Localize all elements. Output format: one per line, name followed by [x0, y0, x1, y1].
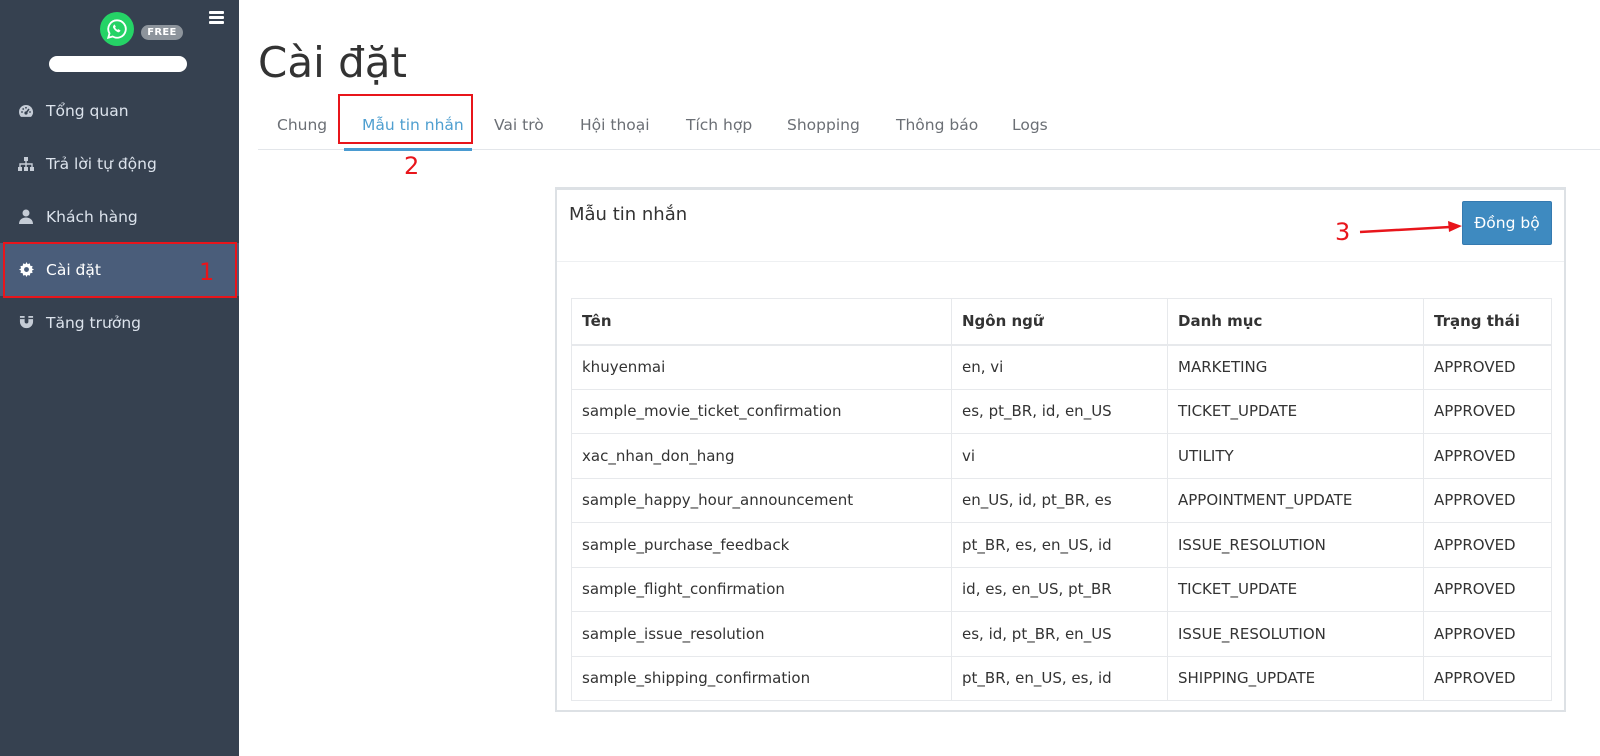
column-header-name[interactable]: Tên — [571, 298, 952, 346]
template-languages: pt_BR, en_US, es, id — [951, 655, 1168, 701]
magnet-icon — [18, 315, 34, 331]
template-status: APPROVED — [1423, 566, 1552, 612]
annotation-number-1: 1 — [199, 258, 215, 286]
table-row[interactable]: sample_movie_ticket_confirmation es, pt_… — [571, 388, 1552, 434]
tab-mau-tin-nhan[interactable]: Mẫu tin nhắn — [362, 116, 464, 134]
template-name: sample_flight_confirmation — [571, 566, 952, 612]
template-category: TICKET_UPDATE — [1167, 566, 1424, 612]
sidebar-item-label: Trả lời tự động — [46, 154, 157, 173]
template-languages: vi — [951, 433, 1168, 479]
template-languages: id, es, en_US, pt_BR — [951, 566, 1168, 612]
user-name-redacted — [49, 56, 187, 72]
sidebar-nav: Tổng quan Trả lời tự động Khách hàng Cài… — [0, 84, 239, 349]
annotation-number-3: 3 — [1335, 218, 1351, 246]
tab-shopping[interactable]: Shopping — [787, 116, 860, 134]
tab-tich-hop[interactable]: Tích hợp — [686, 116, 752, 134]
template-languages: es, pt_BR, id, en_US — [951, 388, 1168, 434]
template-name: sample_issue_resolution — [571, 611, 952, 657]
table-row[interactable]: sample_issue_resolution es, id, pt_BR, e… — [571, 611, 1552, 657]
dashboard-icon — [18, 103, 34, 119]
template-languages: en, vi — [951, 344, 1168, 390]
template-name: sample_shipping_confirmation — [571, 655, 952, 701]
column-header-language[interactable]: Ngôn ngữ — [951, 298, 1168, 346]
gear-icon — [18, 262, 34, 278]
template-status: APPROVED — [1423, 388, 1552, 434]
template-status: APPROVED — [1423, 433, 1552, 479]
card-header-divider — [557, 261, 1564, 262]
user-icon — [18, 209, 34, 225]
template-status: APPROVED — [1423, 477, 1552, 523]
template-category: APPOINTMENT_UPDATE — [1167, 477, 1424, 523]
sidebar: FREE Tổng quan Trả lời tự động Khách hàn… — [0, 0, 239, 756]
template-status: APPROVED — [1423, 611, 1552, 657]
template-status: APPROVED — [1423, 522, 1552, 568]
free-plan-badge: FREE — [141, 25, 183, 40]
table-row[interactable]: xac_nhan_don_hang vi UTILITY APPROVED — [571, 433, 1552, 479]
template-status: APPROVED — [1423, 655, 1552, 701]
sidebar-item-label: Tăng trưởng — [46, 313, 141, 332]
template-name: sample_purchase_feedback — [571, 522, 952, 568]
page-title: Cài đặt — [258, 38, 407, 87]
template-languages: pt_BR, es, en_US, id — [951, 522, 1168, 568]
column-header-status[interactable]: Trạng thái — [1423, 298, 1552, 346]
table-row[interactable]: sample_shipping_confirmation pt_BR, en_U… — [571, 655, 1552, 701]
template-name: xac_nhan_don_hang — [571, 433, 952, 479]
template-category: TICKET_UPDATE — [1167, 388, 1424, 434]
table-row[interactable]: khuyenmai en, vi MARKETING APPROVED — [571, 344, 1552, 390]
template-languages: es, id, pt_BR, en_US — [951, 611, 1168, 657]
sidebar-item-label: Tổng quan — [46, 101, 129, 120]
annotation-number-2: 2 — [404, 152, 420, 180]
tab-vai-tro[interactable]: Vai trò — [494, 116, 544, 134]
column-header-category[interactable]: Danh mục — [1167, 298, 1424, 346]
template-category: ISSUE_RESOLUTION — [1167, 522, 1424, 568]
table-header-row: Tên Ngôn ngữ Danh mục Trạng thái — [571, 298, 1552, 346]
template-languages: en_US, id, pt_BR, es — [951, 477, 1168, 523]
template-name: sample_movie_ticket_confirmation — [571, 388, 952, 434]
sync-button[interactable]: Đồng bộ — [1462, 201, 1552, 245]
active-tab-indicator — [344, 148, 472, 151]
card-title: Mẫu tin nhắn — [569, 204, 688, 225]
template-name: sample_happy_hour_announcement — [571, 477, 952, 523]
tab-thong-bao[interactable]: Thông báo — [896, 116, 978, 134]
sitemap-icon — [18, 156, 34, 172]
templates-table: Tên Ngôn ngữ Danh mục Trạng thái khuyenm… — [571, 298, 1552, 701]
sidebar-item-label: Cài đặt — [46, 260, 101, 279]
template-category: UTILITY — [1167, 433, 1424, 479]
hamburger-menu-icon[interactable] — [209, 11, 224, 24]
message-templates-card: Mẫu tin nhắn Đồng bộ Tên Ngôn ngữ Danh m… — [555, 187, 1566, 712]
table-row[interactable]: sample_flight_confirmation id, es, en_US… — [571, 566, 1552, 612]
tab-hoi-thoai[interactable]: Hội thoại — [580, 116, 650, 134]
tab-logs[interactable]: Logs — [1012, 116, 1048, 134]
template-category: SHIPPING_UPDATE — [1167, 655, 1424, 701]
table-row[interactable]: sample_purchase_feedback pt_BR, es, en_U… — [571, 522, 1552, 568]
sidebar-item-tong-quan[interactable]: Tổng quan — [0, 84, 239, 137]
sidebar-item-label: Khách hàng — [46, 207, 138, 226]
template-name: khuyenmai — [571, 344, 952, 390]
template-status: APPROVED — [1423, 344, 1552, 390]
sidebar-item-khach-hang[interactable]: Khách hàng — [0, 190, 239, 243]
tab-chung[interactable]: Chung — [277, 116, 327, 134]
table-row[interactable]: sample_happy_hour_announcement en_US, id… — [571, 477, 1552, 523]
settings-tabs: Chung Mẫu tin nhắn Vai trò Hội thoại Tíc… — [258, 104, 1600, 150]
whatsapp-logo-icon — [100, 12, 134, 46]
sidebar-item-tra-loi-tu-dong[interactable]: Trả lời tự động — [0, 137, 239, 190]
template-category: MARKETING — [1167, 344, 1424, 390]
template-category: ISSUE_RESOLUTION — [1167, 611, 1424, 657]
sidebar-item-tang-truong[interactable]: Tăng trưởng — [0, 296, 239, 349]
